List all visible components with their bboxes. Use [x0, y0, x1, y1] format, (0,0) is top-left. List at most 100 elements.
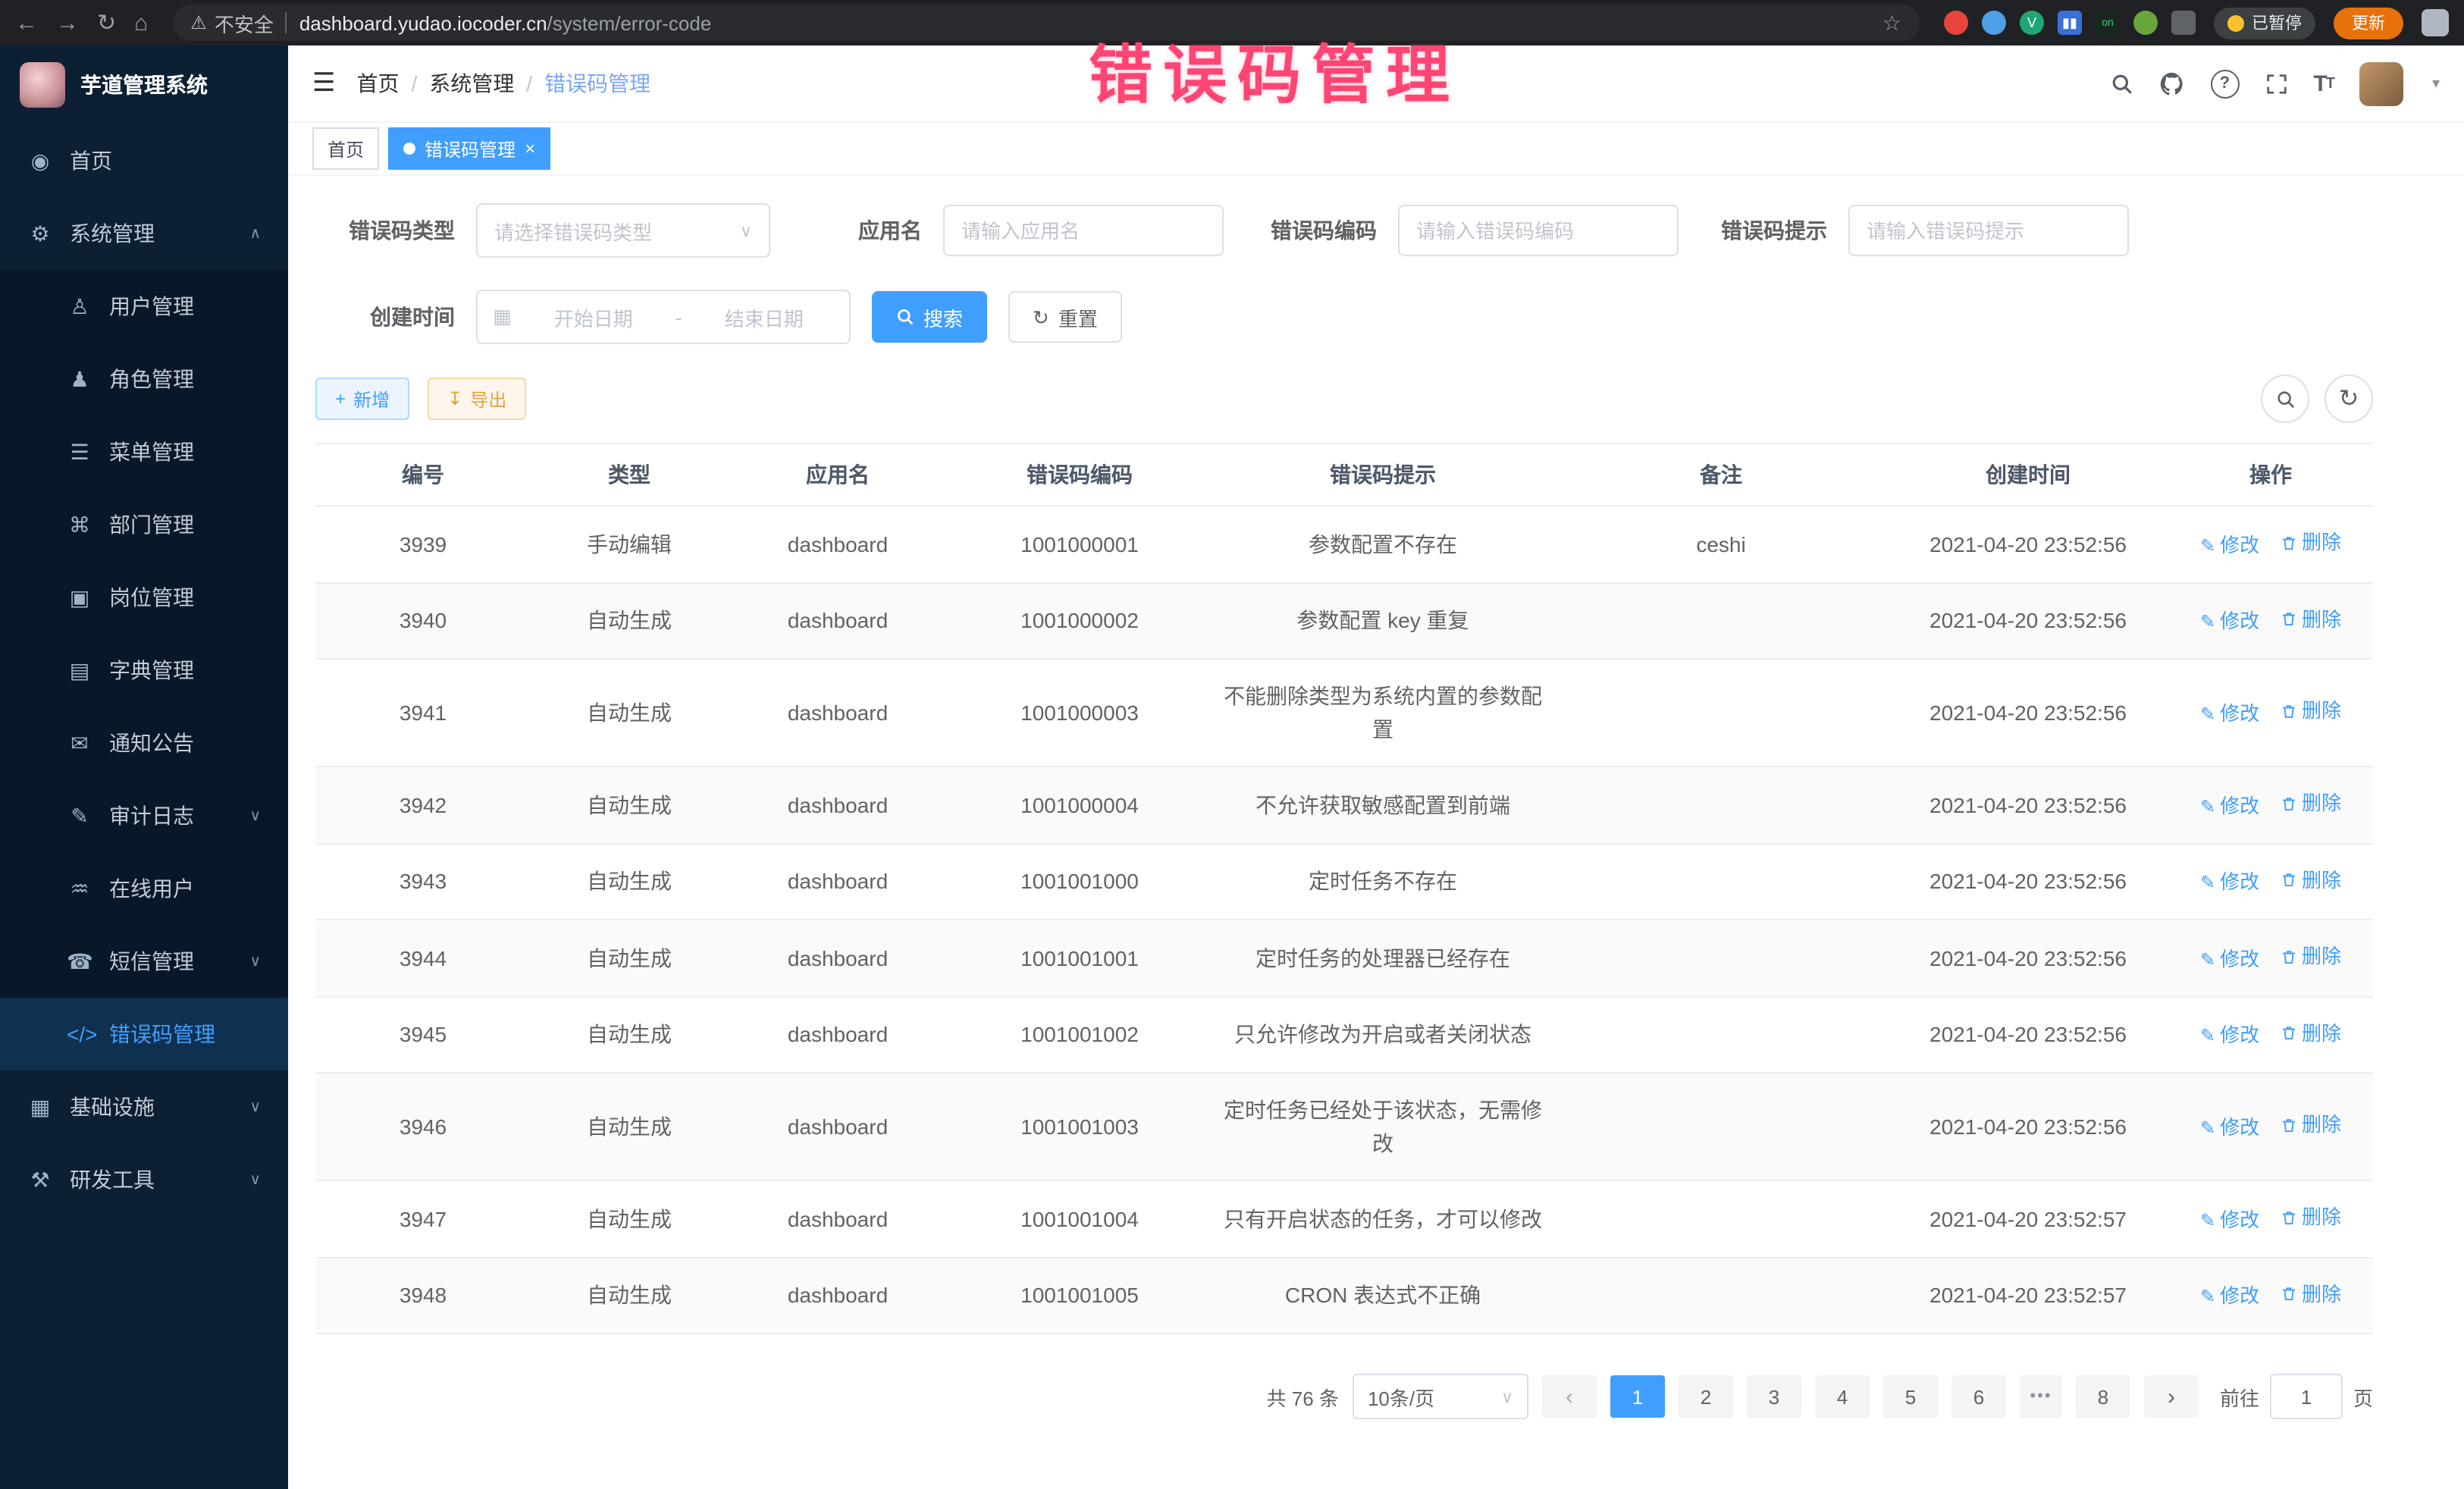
sidebar-item-audit-log[interactable]: ✎ 审计日志 ∨	[0, 779, 288, 852]
sidebar-item-dev-tools[interactable]: ⚒ 研发工具 ∨	[0, 1143, 288, 1216]
page-button-2[interactable]: 2	[1679, 1375, 1733, 1418]
page-button-8[interactable]: 8	[2076, 1375, 2130, 1418]
next-page-button[interactable]: ›	[2144, 1375, 2199, 1418]
fullscreen-icon[interactable]	[2265, 72, 2287, 95]
delete-link[interactable]: 删除	[2281, 526, 2341, 560]
edit-link[interactable]: ✎修改	[2200, 1111, 2259, 1145]
more-pages-button[interactable]: •••	[2020, 1375, 2062, 1418]
sidebar-item-user-mgmt[interactable]: ♙ 用户管理	[0, 270, 288, 343]
paw-extension-icon[interactable]	[2133, 11, 2158, 35]
edit-link[interactable]: ✎修改	[2200, 789, 2259, 823]
v-extension-icon[interactable]: V	[2020, 11, 2044, 35]
font-size-icon[interactable]: TT	[2313, 71, 2334, 96]
reset-button[interactable]: ↻ 重置	[1008, 291, 1122, 343]
sidebar-item-role-mgmt[interactable]: ♟ 角色管理	[0, 343, 288, 415]
cell-remark	[1554, 601, 1888, 641]
edit-link[interactable]: ✎修改	[2200, 528, 2259, 562]
sidebar-toggle-icon[interactable]: ☰	[312, 68, 336, 99]
address-bar[interactable]: ⚠ 不安全 dashboard.yudao.iocoder.cn/system/…	[172, 5, 1920, 41]
forward-icon[interactable]: →	[56, 11, 79, 34]
edit-link[interactable]: ✎修改	[2200, 866, 2259, 899]
tab-close-icon[interactable]: ×	[525, 139, 535, 158]
sidebar-item-error-code-mgmt[interactable]: </> 错误码管理	[0, 998, 288, 1071]
bookmark-star-icon[interactable]: ☆	[1882, 10, 1901, 36]
switch-extension-icon[interactable]: on	[2096, 11, 2120, 35]
date-range-picker[interactable]: ▦ 开始日期 - 结束日期	[476, 290, 851, 344]
calendar-icon: ▦	[493, 305, 512, 329]
cell-app: dashboard	[728, 769, 948, 842]
breadcrumb-home[interactable]: 首页	[357, 68, 400, 99]
app-name-input[interactable]	[943, 205, 1224, 256]
security-warning[interactable]: ⚠ 不安全	[190, 8, 274, 37]
help-icon[interactable]: ?	[2210, 69, 2239, 98]
table-header: 编号 类型 应用名 错误码编码 错误码提示 备注 创建时间 操作	[315, 444, 2373, 506]
delete-link[interactable]: 删除	[2281, 1201, 2341, 1234]
delete-link[interactable]: 删除	[2281, 787, 2341, 820]
edit-link[interactable]: ✎修改	[2200, 1203, 2259, 1237]
reload-icon[interactable]: ↻	[97, 11, 116, 34]
delete-link[interactable]: 删除	[2281, 603, 2341, 636]
add-button[interactable]: + 新增	[315, 378, 409, 420]
browser-profile-avatar[interactable]	[2422, 9, 2449, 36]
tab-home[interactable]: 首页	[312, 127, 379, 170]
user-avatar[interactable]	[2359, 61, 2403, 105]
breadcrumb-system[interactable]: 系统管理	[429, 68, 514, 99]
back-icon[interactable]: ←	[15, 11, 38, 34]
sidebar-item-dept-mgmt[interactable]: ⌘ 部门管理	[0, 488, 288, 561]
edit-link[interactable]: ✎修改	[2200, 1280, 2259, 1313]
error-code-input[interactable]	[1398, 205, 1679, 256]
sidebar-item-online-users[interactable]: ♒ 在线用户	[0, 852, 288, 925]
record-extension-icon[interactable]	[1944, 11, 1968, 35]
page-button-6[interactable]: 6	[1951, 1375, 2006, 1418]
search-button[interactable]: 搜索	[872, 291, 987, 343]
toggle-search-button[interactable]	[2261, 375, 2309, 423]
sidebar-item-post-mgmt[interactable]: ▣ 岗位管理	[0, 561, 288, 634]
home-icon[interactable]: ⌂	[134, 11, 148, 34]
browser-update-button[interactable]: 更新	[2334, 7, 2403, 39]
tab-error-code-mgmt[interactable]: 错误码管理 ×	[388, 127, 550, 170]
paused-badge[interactable]: 已暂停	[2214, 7, 2315, 39]
avatar-dropdown-icon[interactable]: ▾	[2432, 75, 2440, 92]
col-time: 创建时间	[1888, 458, 2168, 491]
prev-page-button[interactable]: ‹	[1542, 1375, 1597, 1418]
extensions-puzzle-icon[interactable]	[2171, 11, 2196, 35]
sidebar-item-infrastructure[interactable]: ▦ 基础设施 ∨	[0, 1071, 288, 1143]
page-size-select[interactable]: 10条/页 ∨	[1353, 1374, 1528, 1419]
page-button-3[interactable]: 3	[1747, 1375, 1801, 1418]
delete-link[interactable]: 删除	[2281, 1017, 2341, 1050]
search-icon[interactable]	[2110, 72, 2133, 95]
edit-link[interactable]: ✎修改	[2200, 942, 2259, 976]
stats-extension-icon[interactable]: ▮▮	[2058, 11, 2082, 35]
page-button-1[interactable]: 1	[1610, 1375, 1665, 1418]
goto-page-input[interactable]	[2270, 1374, 2343, 1419]
cell-actions: ✎修改 删除	[2168, 920, 2373, 995]
filter-label: 错误码类型	[346, 215, 455, 246]
sidebar-item-home[interactable]: ◉ 首页	[0, 124, 288, 197]
github-icon[interactable]	[2158, 71, 2184, 96]
refresh-table-button[interactable]: ↻	[2324, 375, 2373, 423]
delete-link[interactable]: 删除	[2281, 940, 2341, 973]
edit-link[interactable]: ✎修改	[2200, 1019, 2259, 1052]
light-extension-icon[interactable]	[1982, 11, 2006, 35]
sidebar-item-dict-mgmt[interactable]: ▤ 字典管理	[0, 634, 288, 707]
sidebar-item-notice[interactable]: ✉ 通知公告	[0, 707, 288, 779]
edit-link[interactable]: ✎修改	[2200, 605, 2259, 638]
error-type-select[interactable]: 请选择错误码类型 ∨	[476, 203, 770, 258]
delete-link[interactable]: 删除	[2281, 1277, 2341, 1311]
error-message-input[interactable]	[1848, 205, 2129, 256]
sidebar-item-menu-mgmt[interactable]: ☰ 菜单管理	[0, 415, 288, 488]
export-button[interactable]: ↧ 导出	[428, 378, 526, 420]
cell-remark	[1554, 939, 1888, 978]
page-button-4[interactable]: 4	[1815, 1375, 1870, 1418]
delete-link[interactable]: 删除	[2281, 695, 2341, 729]
sidebar-item-system-mgmt[interactable]: ⚙ 系统管理 ∧	[0, 197, 288, 270]
table-row: 3948 自动生成 dashboard 1001001005 CRON 表达式不…	[315, 1258, 2373, 1334]
delete-link[interactable]: 删除	[2281, 864, 2341, 897]
edit-link[interactable]: ✎修改	[2200, 697, 2259, 731]
sidebar-item-sms-mgmt[interactable]: ☎ 短信管理 ∨	[0, 925, 288, 998]
delete-link[interactable]: 删除	[2281, 1109, 2341, 1143]
page-button-5[interactable]: 5	[1883, 1375, 1938, 1418]
breadcrumb: 首页 / 系统管理 / 错误码管理	[357, 68, 651, 99]
filter-error-type: 错误码类型 请选择错误码类型 ∨	[346, 203, 770, 258]
cell-time: 2021-04-20 23:52:56	[1888, 769, 2168, 842]
